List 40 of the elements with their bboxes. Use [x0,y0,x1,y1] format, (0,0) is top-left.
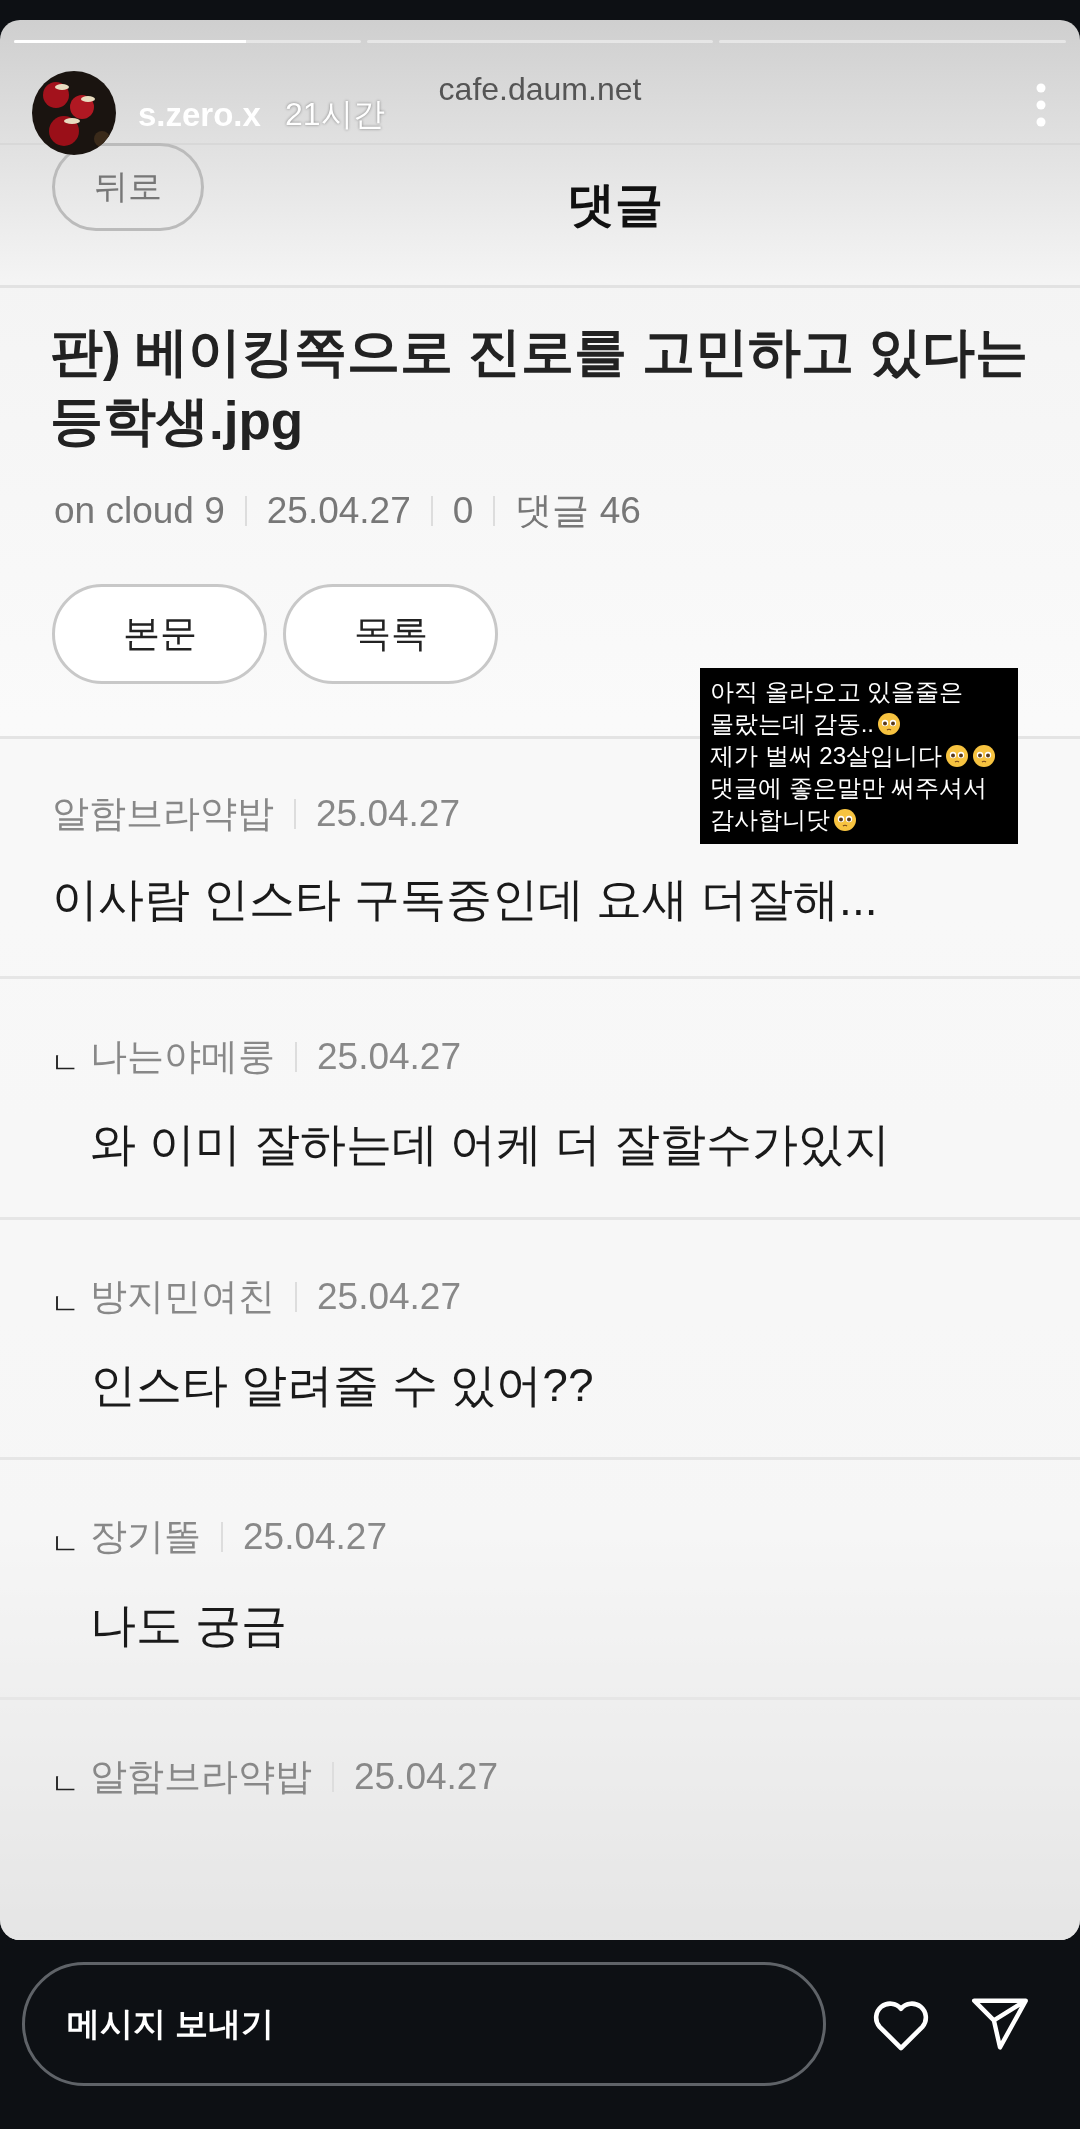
nav-button[interactable]: 목록 [283,584,498,685]
comment-text: 인스타 알려줄 수 있어?? [90,1357,595,1413]
post-meta: 25.04.27 [266,490,411,533]
comment-author[interactable]: 방지민여친 [90,1272,275,1322]
sticker-text: 제가 벌써 23살입니다 [710,741,943,771]
pleading-face-icon [945,744,970,768]
reply-mark: ㄴ [50,1285,81,1322]
post-meta: 0 [452,490,474,533]
comment-author[interactable]: 장기똘 [90,1512,201,1563]
post-meta: on cloud 9 [54,490,225,533]
reply-mark: ㄴ [50,1045,81,1082]
comment-date: 25.04.27 [317,1035,462,1078]
pleading-face-icon [877,712,901,736]
page-heading: 댓글 [567,177,663,233]
comment-author[interactable]: 나는야메룽 [90,1031,275,1082]
post-title: 등학생.jpg [50,390,305,453]
comment-text: 와 이미 잘하는데 어케 더 잘할수가있지 [90,1117,891,1173]
pleading-face-icon [833,808,857,832]
comment-text: 나도 궁금 [90,1597,288,1653]
comment-author[interactable]: 알함브라약밥 [52,789,274,840]
comment-author[interactable]: 알함브라약밥 [90,1752,312,1803]
send-icon[interactable] [970,1997,1030,2051]
post-title: 판) 베이킹쪽으로 진로를 고민하고 있다는 [50,321,1029,384]
nav-button[interactable]: 본문 [52,584,267,685]
sticker-text: 댓글에 좋은말만 써주셔서 [710,773,988,803]
sticker-text: 몰랐는데 감동.. [710,709,874,739]
sticker-text: 감사합니닷 [710,805,830,835]
post-meta: 댓글 46 [515,489,641,534]
reply-mark: ㄴ [50,1525,81,1562]
comment-date: 25.04.27 [316,793,461,836]
comment-date: 25.04.27 [354,1756,499,1799]
message-field[interactable]: 메시지 보내기 [22,1962,826,2086]
pleading-face-icon [972,744,997,768]
reply-mark: ㄴ [50,1765,81,1802]
page-url: cafe.daum.net [438,71,642,108]
comment-text: 이사람 인스타 구독중인데 요새 더잘해... [52,872,879,928]
back-button[interactable]: 뒤로 [52,143,204,232]
sticker-text: 아직 올라오고 있을줄은 [710,677,964,707]
comment-date: 25.04.27 [317,1276,462,1318]
comment-date: 25.04.27 [243,1516,388,1559]
